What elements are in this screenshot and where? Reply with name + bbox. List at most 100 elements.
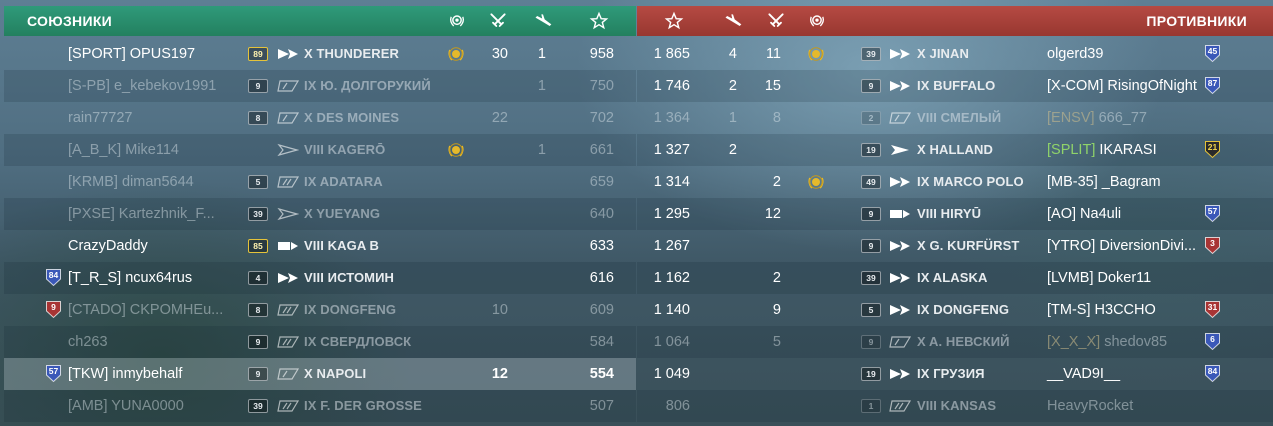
player-name[interactable]: [S-PB] e_kebekov1991 <box>68 70 216 102</box>
player-name[interactable]: rain77727 <box>68 102 133 134</box>
player-name[interactable]: [SPORT] OPUS197 <box>68 38 195 70</box>
player-row[interactable]: [A_B_K] Mike114 VIII KAGERŌ 1 661 <box>4 134 636 166</box>
player-name[interactable]: [SPLIT] IKARASI <box>1047 134 1157 166</box>
ship-name[interactable]: X HALLAND <box>917 134 993 166</box>
ship-name[interactable]: X JINAN <box>917 38 969 70</box>
ship-tier: IX <box>304 398 317 413</box>
player-row[interactable]: [KRMB] diman5644 5 IX ADATARA 659 <box>4 166 636 198</box>
player-row[interactable]: 1 865 4 11 39 X JINAN olgerd39 45 <box>637 38 1273 70</box>
player-name[interactable]: [CTADO] CKPOMHEu... <box>68 294 223 326</box>
player-name[interactable]: [MB-35] _Bagram <box>1047 166 1161 198</box>
ship-tier: IX <box>917 78 930 93</box>
ship-name[interactable]: IX DONGFENG <box>917 294 1009 326</box>
ship-name[interactable]: IX MARCO POLO <box>917 166 1024 198</box>
ship-tier: X <box>304 366 313 381</box>
player-name[interactable]: [AMB] YUNA0000 <box>68 390 184 422</box>
ship-name[interactable]: X NAPOLI <box>304 358 366 390</box>
ship-name[interactable]: IX ГРУЗИЯ <box>917 358 985 390</box>
ship-class-icon <box>277 143 299 157</box>
ship-tier: X <box>304 110 313 125</box>
ship-name[interactable]: VIII KAGA B <box>304 230 379 262</box>
player-row[interactable]: 1 364 1 8 2 VIII СМЕЛЫЙ [ENSV] 666_77 <box>637 102 1273 134</box>
clan-tag: [S-PB] <box>68 78 110 94</box>
player-row[interactable]: 1 314 2 49 IX MARCO POLO [MB-35] _Bagram <box>637 166 1273 198</box>
player-row[interactable]: 57 [TKW] inmybehalf 9 X NAPOLI 12 554 <box>4 358 636 390</box>
account-level: 39 <box>248 399 268 413</box>
ship-name[interactable]: VIII СМЕЛЫЙ <box>917 102 1001 134</box>
player-row[interactable]: 1 267 9 X G. KURFÜRST [YTRO] DiversionDivi.… <box>637 230 1273 262</box>
player-row[interactable]: [AMB] YUNA0000 39 IX F. DER GROSSE 507 <box>4 390 636 422</box>
player-row[interactable]: 1 140 9 5 IX DONGFENG [TM-S] H3CCHO 31 <box>637 294 1273 326</box>
player-nickname: Kartezhnik_F... <box>118 206 215 222</box>
achievement-icon <box>447 141 465 159</box>
player-name[interactable]: HeavyRocket <box>1047 390 1133 422</box>
player-name[interactable]: CrazyDaddy <box>68 230 148 262</box>
player-row[interactable]: 1 327 2 19 X HALLAND [SPLIT] IKARASI 21 <box>637 134 1273 166</box>
player-name[interactable]: [T_R_S] ncux64rus <box>68 262 192 294</box>
ship-name[interactable]: VIII KANSAS <box>917 390 996 422</box>
player-name[interactable]: [YTRO] DiversionDivi... <box>1047 230 1196 262</box>
score-value: 1 865 <box>653 46 690 62</box>
ship-name[interactable]: X A. НЕВСКИЙ <box>917 326 1010 358</box>
player-row[interactable]: 9 [CTADO] CKPOMHEu... 8 IX DONGFENG 10 609 <box>4 294 636 326</box>
player-name[interactable]: __VAD9I__ <box>1047 358 1120 390</box>
damage-value: 22 <box>491 110 508 126</box>
ship-class-icon <box>889 303 911 317</box>
score-value: 1 049 <box>653 366 690 382</box>
player-name[interactable]: ch263 <box>68 326 108 358</box>
player-row[interactable]: 1 162 2 39 IX ALASKA [LVMB] Doker11 <box>637 262 1273 294</box>
planes-value: 2 <box>728 78 737 94</box>
account-level: 5 <box>248 175 268 189</box>
player-row[interactable]: CrazyDaddy 85 VIII KAGA B 633 <box>4 230 636 262</box>
player-name[interactable]: [TKW] inmybehalf <box>68 358 182 390</box>
ship-tier: X <box>304 46 313 61</box>
allies-header: СОЮЗНИКИ <box>4 6 636 36</box>
player-row[interactable]: [S-PB] e_kebekov1991 9 IX Ю. ДОЛГОРУКИЙ 1 75… <box>4 70 636 102</box>
ship-name[interactable]: VIII HIRYŪ <box>917 198 981 230</box>
ship-name[interactable]: IX ALASKA <box>917 262 987 294</box>
player-name[interactable]: [X-COM] RisingOfNight <box>1047 70 1197 102</box>
ship-name[interactable]: IX СВЕРДЛОВСК <box>304 326 411 358</box>
player-row[interactable]: [PXSE] Kartezhnik_F... 39 X YUEYANG 640 <box>4 198 636 230</box>
ship-name[interactable]: VIII KAGERŌ <box>304 134 385 166</box>
ship-name[interactable]: VIII ИСТОМИН <box>304 262 394 294</box>
player-row[interactable]: 1 064 5 9 X A. НЕВСКИЙ [X_X_X] shedov85 6 <box>637 326 1273 358</box>
rank-badge: 84 <box>1204 364 1221 383</box>
ship-name[interactable]: X DES MOINES <box>304 102 399 134</box>
player-name[interactable]: [PXSE] Kartezhnik_F... <box>68 198 215 230</box>
player-row[interactable]: 806 1 VIII KANSAS HeavyRocket <box>637 390 1273 422</box>
player-row[interactable]: 1 295 12 9 VIII HIRYŪ [AO] Na4uli 57 <box>637 198 1273 230</box>
ship-name[interactable]: X THUNDERER <box>304 38 399 70</box>
ship-name[interactable]: X G. KURFÜRST <box>917 230 1019 262</box>
player-name[interactable]: [AO] Na4uli <box>1047 198 1121 230</box>
player-row[interactable]: 1 746 2 15 9 IX BUFFALO [X-COM] RisingOfNight… <box>637 70 1273 102</box>
player-row[interactable]: [SPORT] OPUS197 89 X THUNDERER 30 1 958 <box>4 38 636 70</box>
player-nickname: CKPOMHEu... <box>129 302 224 318</box>
player-name[interactable]: [KRMB] diman5644 <box>68 166 194 198</box>
rank-badge-number: 84 <box>1207 366 1218 376</box>
player-name[interactable]: [LVMB] Doker11 <box>1047 262 1151 294</box>
ship-name[interactable]: IX ADATARA <box>304 166 383 198</box>
player-row[interactable]: 84 [T_R_S] ncux64rus 4 VIII ИСТОМИН 616 <box>4 262 636 294</box>
score-value: 1 327 <box>653 142 690 158</box>
ship-name[interactable]: IX DONGFENG <box>304 294 396 326</box>
score-value: 806 <box>665 398 690 414</box>
player-row[interactable]: 1 049 19 IX ГРУЗИЯ __VAD9I__ 84 <box>637 358 1273 390</box>
score-value: 633 <box>589 238 614 254</box>
ship-name[interactable]: IX Ю. ДОЛГОРУКИЙ <box>304 70 431 102</box>
ship-name[interactable]: X YUEYANG <box>304 198 380 230</box>
player-row[interactable]: ch263 9 IX СВЕРДЛОВСК 584 <box>4 326 636 358</box>
account-level: 89 <box>248 47 268 61</box>
player-name[interactable]: olgerd39 <box>1047 38 1103 70</box>
player-name[interactable]: [A_B_K] Mike114 <box>68 134 179 166</box>
score-value: 1 364 <box>653 110 690 126</box>
ship-title: THUNDERER <box>316 46 400 61</box>
ship-name[interactable]: IX F. DER GROSSE <box>304 390 422 422</box>
ship-name[interactable]: IX BUFFALO <box>917 70 995 102</box>
player-nickname: _Bagram <box>1101 174 1161 190</box>
player-row[interactable]: rain77727 8 X DES MOINES 22 702 <box>4 102 636 134</box>
player-name[interactable]: [X_X_X] shedov85 <box>1047 326 1167 358</box>
player-name[interactable]: [TM-S] H3CCHO <box>1047 294 1156 326</box>
player-name[interactable]: [ENSV] 666_77 <box>1047 102 1147 134</box>
clan-tag: [TM-S] <box>1047 302 1091 318</box>
